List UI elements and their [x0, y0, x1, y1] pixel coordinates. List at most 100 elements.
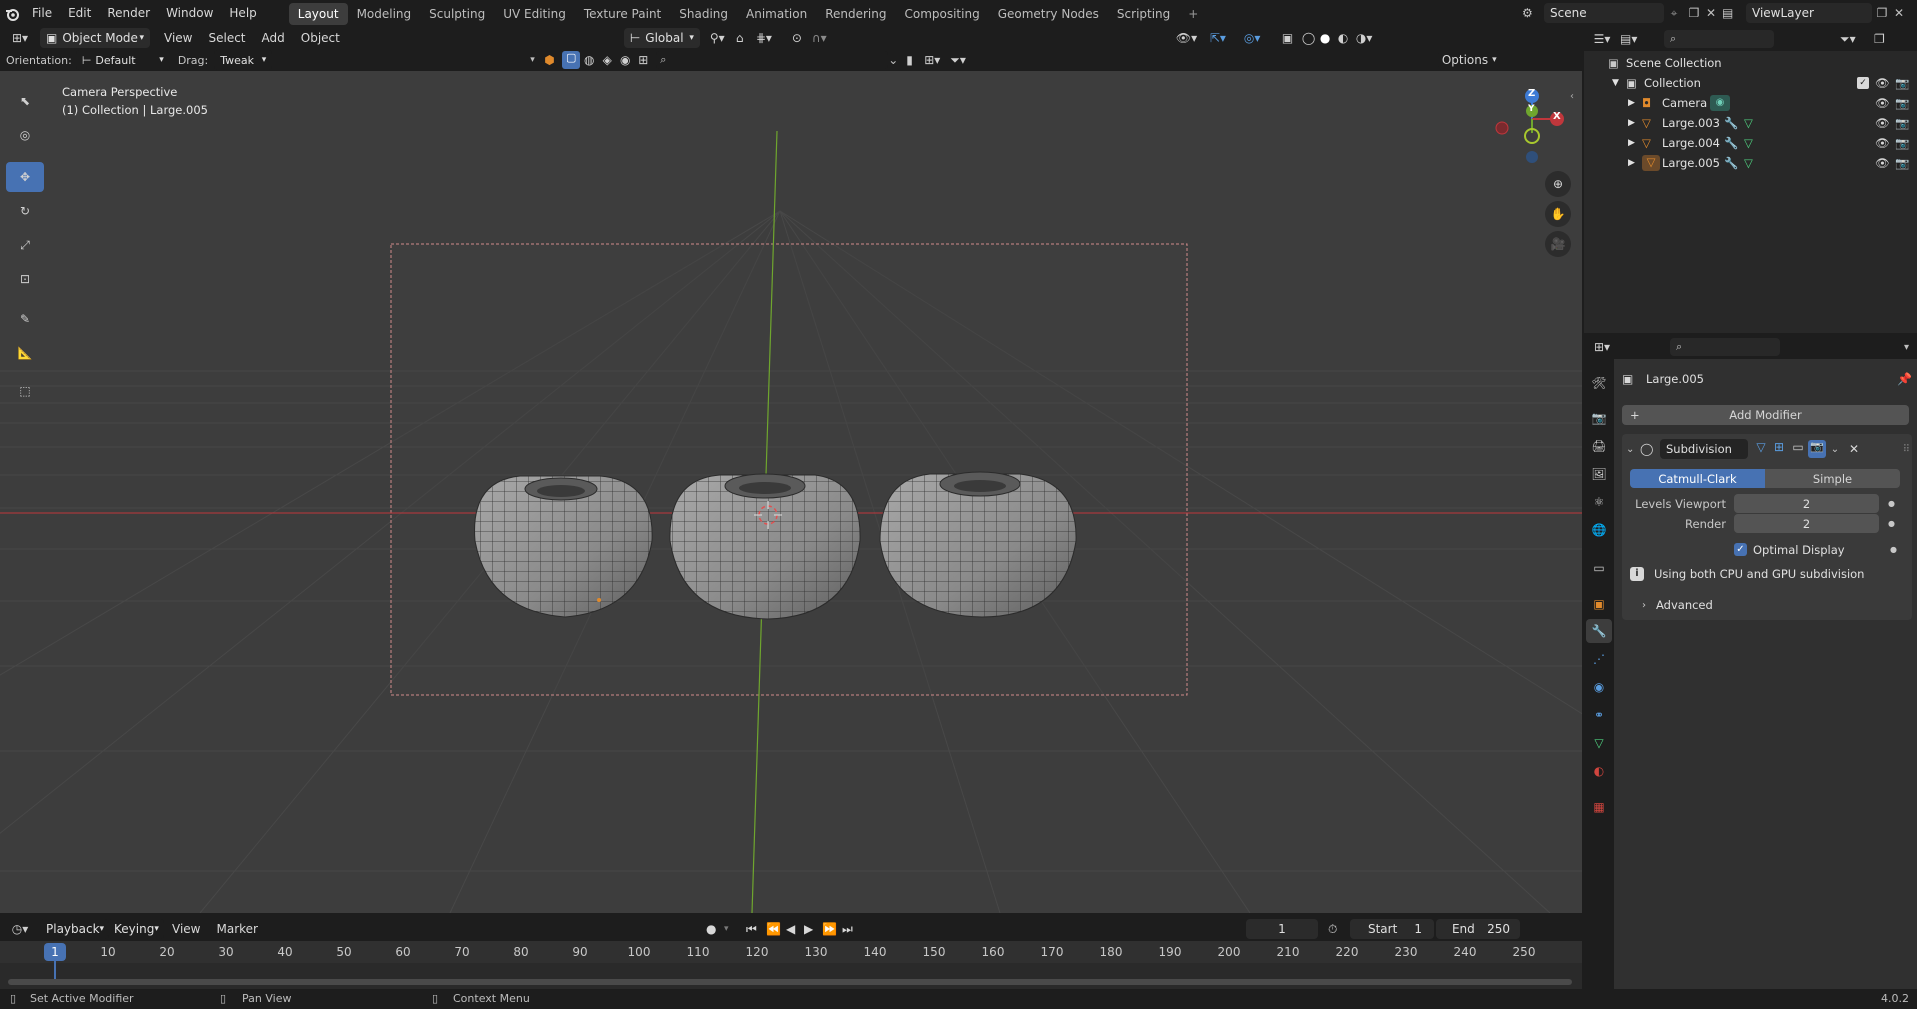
workspace-tab-animation[interactable]: Animation: [737, 3, 816, 25]
camera-view-icon[interactable]: 🎥: [1545, 231, 1571, 257]
start-frame-field[interactable]: Start 1: [1349, 919, 1434, 939]
xray-toggle-icon[interactable]: ▣: [1282, 31, 1302, 45]
pin-icon[interactable]: 📌: [1897, 372, 1912, 386]
camera-filter-icon[interactable]: ◉: [616, 53, 634, 67]
empty-filter-icon[interactable]: ⊞: [634, 53, 652, 67]
physics-tab-icon[interactable]: ◉: [1586, 675, 1612, 699]
outliner-scene-collection[interactable]: ▣ Scene Collection: [1584, 53, 1917, 73]
view-layer-name-field[interactable]: ViewLayer: [1746, 3, 1872, 23]
viewport-menu-add[interactable]: Add: [254, 27, 293, 49]
new-scene-icon[interactable]: ❐: [1684, 6, 1704, 20]
render-tab-icon[interactable]: 📷: [1586, 406, 1612, 430]
mesh-filter-icon[interactable]: ◍: [580, 53, 598, 67]
gizmo-toggle-icon[interactable]: ⇱▾: [1210, 31, 1244, 45]
advanced-subpanel[interactable]: › Advanced: [1642, 595, 1902, 615]
drag-select[interactable]: Tweak ▾: [214, 50, 273, 70]
outliner-collection[interactable]: ▼ ▣ Collection ✓ 👁 📷: [1584, 73, 1917, 93]
viewport-menu-select[interactable]: Select: [200, 27, 253, 49]
outliner-display-mode-icon[interactable]: ▤▾: [1620, 32, 1652, 46]
annotate-tool-icon[interactable]: ✎: [6, 304, 44, 334]
collapse-sidebar-icon[interactable]: ‹: [1570, 91, 1574, 102]
eye-icon[interactable]: 👁: [1875, 156, 1890, 170]
menu-render[interactable]: Render: [99, 0, 158, 27]
outliner-item-large-005[interactable]: ▶ ▽ Large.005 🔧 ▽ 👁 📷: [1584, 153, 1917, 173]
shading-material-icon[interactable]: ◐: [1338, 31, 1356, 45]
render-camera-icon[interactable]: 📷: [1895, 136, 1909, 150]
falloff-icon[interactable]: ∩▾: [812, 31, 838, 45]
auto-keying-record-icon[interactable]: ●: [706, 922, 724, 936]
workspace-tab-uv-editing[interactable]: UV Editing: [494, 3, 575, 25]
levels-viewport-field[interactable]: 2: [1734, 494, 1879, 513]
object-type-visibility-icon[interactable]: ⬢: [544, 53, 562, 67]
render-camera-icon[interactable]: 📷: [1895, 96, 1909, 110]
select-box-mode-icon[interactable]: ▢: [562, 51, 581, 69]
workspace-tab-layout[interactable]: Layout: [288, 3, 348, 25]
transform-orientation-select[interactable]: ⊢ Global ▾: [623, 28, 700, 48]
chevron-down-icon[interactable]: ▾: [1904, 342, 1909, 353]
new-collection-icon[interactable]: ❐: [1874, 32, 1894, 46]
render-camera-icon[interactable]: 📷: [1895, 116, 1909, 130]
timeline-menu-marker[interactable]: Marker: [208, 917, 265, 941]
render-camera-icon[interactable]: 📷: [1895, 76, 1909, 90]
viewport-display-toggle-icon[interactable]: ▭: [1788, 440, 1808, 458]
bookmark-icon[interactable]: ▮: [906, 53, 924, 67]
cursor-tool-icon[interactable]: ◎: [6, 120, 44, 150]
workspace-tab-texture-paint[interactable]: Texture Paint: [575, 3, 670, 25]
viewport-search-field[interactable]: ⌕: [656, 51, 889, 69]
options-button[interactable]: Options ▾: [1438, 50, 1501, 70]
playback-menu[interactable]: Playback ▾: [40, 919, 108, 939]
add-cube-tool-icon[interactable]: ⬚: [6, 376, 44, 406]
view-options-icon[interactable]: ⊞▾: [924, 53, 950, 67]
expand-arrow-icon[interactable]: ▶: [1628, 138, 1642, 148]
jump-to-next-keyframe-icon[interactable]: ⏩: [822, 922, 842, 936]
filter-funnel-icon[interactable]: ⏷▾: [950, 53, 976, 68]
object-tab-icon[interactable]: ▣: [1586, 592, 1612, 616]
expand-arrow-icon[interactable]: ▼: [1612, 78, 1626, 88]
shading-wireframe-icon[interactable]: ◯: [1302, 31, 1320, 45]
light-filter-icon[interactable]: ◈: [598, 53, 616, 67]
menu-window[interactable]: Window: [158, 0, 221, 27]
pivot-point-icon[interactable]: ⚲▾: [710, 31, 736, 45]
view-layer-tab-icon[interactable]: 🖼: [1586, 462, 1612, 486]
transform-tool-icon[interactable]: ⊡: [6, 264, 44, 294]
exclude-checkbox-icon[interactable]: ✓: [1857, 77, 1869, 89]
outliner-item-large-003[interactable]: ▶ ▽ Large.003 🔧 ▽ 👁 📷: [1584, 113, 1917, 133]
workspace-tab-scripting[interactable]: Scripting: [1108, 3, 1179, 25]
workspace-tab-modeling[interactable]: Modeling: [348, 3, 421, 25]
menu-help[interactable]: Help: [221, 0, 264, 27]
outliner-search-field[interactable]: ⌕: [1664, 30, 1774, 48]
add-workspace-button[interactable]: +: [1179, 3, 1207, 25]
blender-logo-icon[interactable]: [0, 0, 24, 27]
outliner-editor-type-icon[interactable]: ☰▾: [1584, 32, 1620, 46]
material-tab-icon[interactable]: ◐: [1586, 759, 1612, 783]
jump-to-end-icon[interactable]: ⏭: [842, 922, 862, 937]
data-tab-icon[interactable]: ▽: [1586, 731, 1612, 755]
on-cage-toggle-icon[interactable]: ⊞: [1770, 440, 1788, 458]
outliner-filter-icon[interactable]: ⏷▾: [1840, 32, 1874, 47]
jump-to-start-icon[interactable]: ⏮: [746, 922, 766, 937]
measure-tool-icon[interactable]: 📐: [6, 338, 44, 368]
scene-name-field[interactable]: Scene: [1544, 3, 1664, 23]
world-tab-icon[interactable]: 🌐: [1586, 518, 1612, 542]
modifier-menu-icon[interactable]: ⌄: [1826, 444, 1844, 455]
expand-arrow-icon[interactable]: ▶: [1628, 118, 1642, 128]
viewport-3d[interactable]: Z X Y Camera Perspective (1) Collection …: [0, 71, 1582, 913]
eye-icon[interactable]: 👁: [1875, 136, 1890, 150]
render-camera-icon[interactable]: 📷: [1895, 156, 1909, 170]
outliner-item-large-004[interactable]: ▶ ▽ Large.004 🔧 ▽ 👁 📷: [1584, 133, 1917, 153]
end-frame-field[interactable]: End 250: [1435, 919, 1520, 939]
proportional-editing-icon[interactable]: ⊙: [792, 31, 812, 45]
keying-menu[interactable]: Keying ▾: [108, 919, 164, 939]
eye-icon[interactable]: 👁: [1875, 116, 1890, 130]
optimal-display-checkbox[interactable]: ✓: [1734, 543, 1747, 556]
filter-dropdown-icon[interactable]: ⌄: [888, 53, 906, 67]
catmull-clark-option[interactable]: Catmull-Clark: [1630, 469, 1765, 488]
output-tab-icon[interactable]: 🖨: [1586, 434, 1612, 458]
timeline-editor-type-icon[interactable]: ◷▾: [0, 922, 40, 936]
collapse-icon[interactable]: ▾: [530, 55, 544, 65]
edit-mode-toggle-icon[interactable]: ▽: [1752, 440, 1770, 458]
workspace-tab-sculpting[interactable]: Sculpting: [420, 3, 494, 25]
tool-tab-icon[interactable]: 🛠: [1586, 371, 1612, 395]
render-toggle-icon[interactable]: 📷: [1808, 440, 1826, 458]
modifiers-tab-icon[interactable]: 🔧: [1586, 619, 1612, 643]
